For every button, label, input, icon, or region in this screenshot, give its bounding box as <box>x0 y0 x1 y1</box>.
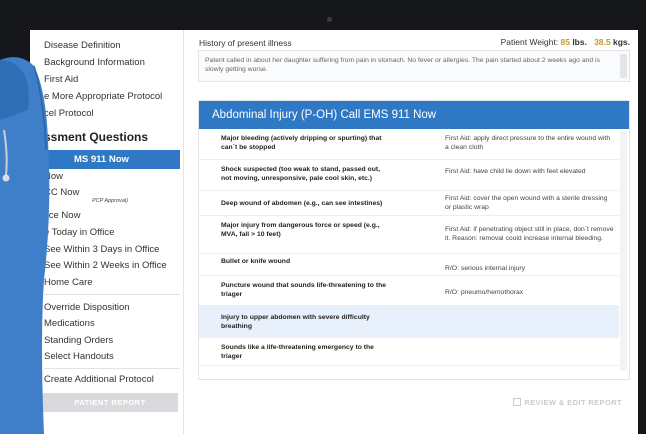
pcp-approval-note: PCP Approval) <box>92 198 128 204</box>
question-text: Puncture wound that sounds life-threaten… <box>221 282 387 298</box>
answer-text: R/O: serious internal injury <box>445 265 526 272</box>
weight-lbs-unit: lbs. <box>572 37 587 47</box>
question-row[interactable]: Injury to upper abdomen with severe diff… <box>199 306 619 338</box>
question-text: Injury to upper abdomen with severe diff… <box>221 314 370 330</box>
hpi-label: History of present illness <box>199 38 292 48</box>
question-text: Deep wound of abdomen (e.g., can see int… <box>221 200 383 207</box>
answer-text: First Aid: cover the open wound with a s… <box>445 195 608 211</box>
question-row[interactable]: Deep wound of abdomen (e.g., can see int… <box>199 191 619 216</box>
question-row[interactable]: Major injury from dangerous force or spe… <box>199 216 619 254</box>
review-edit-report-label: REVIEW & EDIT REPORT <box>524 398 622 407</box>
question-row[interactable]: Bullet or knife wound R/O: serious inter… <box>199 254 619 276</box>
weight-lbs-value: 85 <box>560 37 570 47</box>
edit-icon <box>513 398 522 406</box>
question-text: Bullet or knife wound <box>221 258 291 265</box>
answer-text: First Aid: have child lie down with feet… <box>445 168 586 175</box>
weight-kg-value: 38.5 <box>594 37 611 47</box>
patient-weight: Patient Weight: 85 lbs. 38.5 kgs. <box>501 37 630 47</box>
nurse-photo <box>0 57 50 434</box>
answer-text: R/O: pneumo/hemothorax <box>445 289 524 296</box>
hpi-scrollbar[interactable] <box>620 54 627 78</box>
question-text: Major bleeding (actively dripping or spu… <box>221 135 382 151</box>
question-row[interactable]: Major bleeding (actively dripping or spu… <box>199 129 619 160</box>
panel-scrollbar[interactable] <box>620 131 627 371</box>
camera-icon <box>327 17 332 22</box>
question-row[interactable]: Sounds like a life-threatening emergency… <box>199 338 619 366</box>
stethoscope-icon <box>2 174 10 182</box>
question-row[interactable]: Shock suspected (too weak to stand, pass… <box>199 160 619 191</box>
hpi-textarea[interactable]: Patent called in about her daughter suff… <box>198 50 630 82</box>
review-edit-report-button[interactable]: REVIEW & EDIT REPORT <box>513 398 622 407</box>
question-list: Major bleeding (actively dripping or spu… <box>199 129 619 366</box>
question-text: Shock suspected (too weak to stand, pass… <box>221 166 381 182</box>
question-text: Major injury from dangerous force or spe… <box>221 222 380 238</box>
main-content: History of present illness Patient Weigh… <box>198 30 638 434</box>
screen: Disease Definition Background Informatio… <box>30 30 638 434</box>
question-row[interactable]: Puncture wound that sounds life-threaten… <box>199 276 619 306</box>
answer-text: First Aid: apply direct pressure to the … <box>445 135 611 151</box>
protocol-panel: Abdominal Injury (P-OH) Call EMS 911 Now… <box>198 100 630 380</box>
hpi-text: Patent called in about her daughter suff… <box>205 57 600 73</box>
answer-text: First Aid: if penetrating object still i… <box>445 226 614 242</box>
weight-label: Patient Weight: <box>500 37 559 47</box>
panel-title: Abdominal Injury (P-OH) Call EMS 911 Now <box>199 101 629 129</box>
weight-kg-unit: kgs. <box>612 37 630 47</box>
question-text: Sounds like a life-threatening emergency… <box>221 344 374 360</box>
